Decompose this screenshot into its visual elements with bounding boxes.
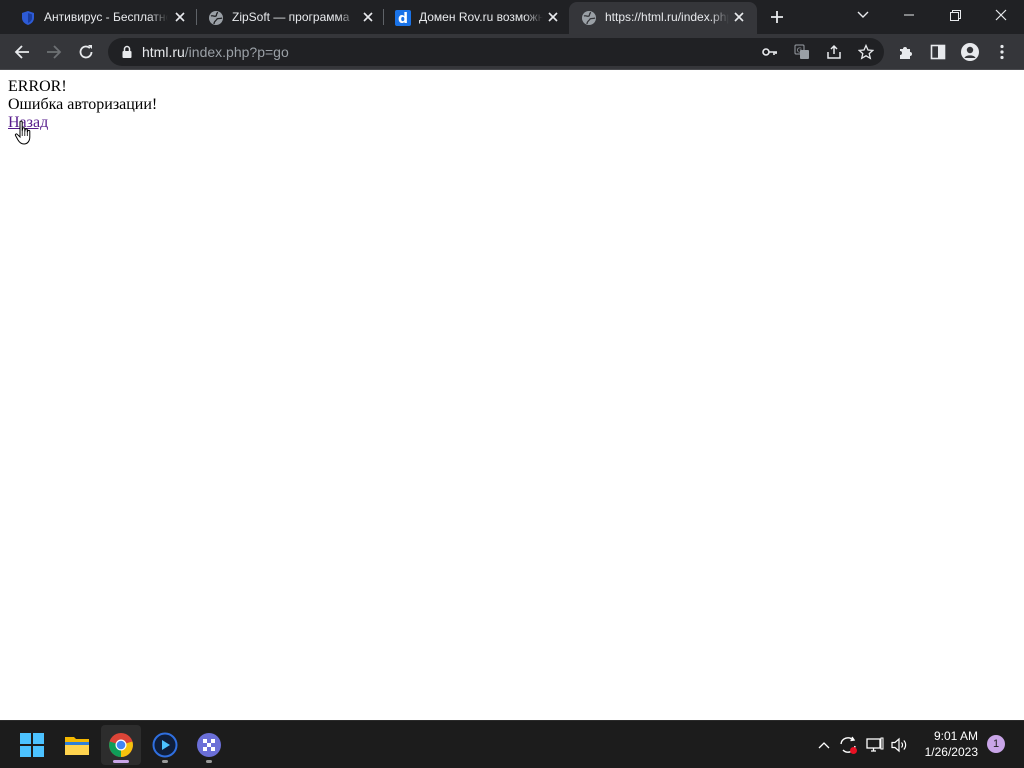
browser-toolbar: html.ru/index.php?p=go G xyxy=(0,34,1024,70)
tab-rov-domain[interactable]: d Домен Rov.ru возможно xyxy=(383,0,569,34)
close-tab-icon[interactable] xyxy=(545,9,561,25)
clock-time: 9:01 AM xyxy=(933,729,978,743)
pinned-app-button[interactable] xyxy=(189,725,229,765)
file-explorer-button[interactable] xyxy=(57,725,97,765)
restore-button[interactable] xyxy=(932,0,978,30)
app-icon xyxy=(197,733,221,757)
forward-button[interactable] xyxy=(40,38,68,66)
start-button[interactable] xyxy=(12,725,52,765)
sync-status-button[interactable] xyxy=(838,735,858,755)
tab-title: Домен Rov.ru возможно xyxy=(419,10,543,24)
minimize-icon xyxy=(904,14,914,16)
notification-badge[interactable]: 1 xyxy=(987,735,1005,753)
minimize-button[interactable] xyxy=(886,0,932,30)
running-app-indicator xyxy=(206,760,212,763)
close-icon xyxy=(995,9,1007,21)
tab-title: ZipSoft — программа xyxy=(232,10,350,24)
chrome-taskbar-button[interactable] xyxy=(101,725,141,765)
url-path: /index.php?p=go xyxy=(184,44,289,60)
back-button[interactable] xyxy=(8,38,36,66)
volume-button[interactable] xyxy=(890,735,910,755)
media-player-icon xyxy=(152,732,178,758)
hand-cursor-icon xyxy=(14,120,31,145)
address-bar[interactable]: html.ru/index.php?p=go G xyxy=(108,38,884,66)
chevron-down-icon xyxy=(857,11,869,18)
globe-icon xyxy=(209,11,223,25)
translate-icon[interactable]: G xyxy=(792,42,812,62)
taskbar: 9:01 AM 1/26/2023 xyxy=(0,720,1024,768)
error-heading: ERROR! xyxy=(8,78,67,95)
restore-icon xyxy=(949,9,961,21)
avatar-icon xyxy=(961,43,979,61)
network-button[interactable] xyxy=(865,735,885,755)
globe-icon xyxy=(582,11,596,25)
url-host: html.ru xyxy=(142,44,185,60)
reload-icon xyxy=(79,45,93,59)
side-panel-button[interactable] xyxy=(924,38,952,66)
close-window-button[interactable] xyxy=(978,0,1024,30)
reload-button[interactable] xyxy=(72,38,100,66)
extensions-button[interactable] xyxy=(892,38,920,66)
speaker-icon xyxy=(891,737,907,753)
tab-antivirus[interactable]: Антивирус - Бесплатно xyxy=(8,0,194,34)
menu-button[interactable] xyxy=(988,38,1016,66)
error-message: Ошибка авторизации! xyxy=(8,96,158,113)
kebab-menu-icon xyxy=(1000,44,1004,60)
show-hidden-icons-button[interactable] xyxy=(814,735,834,755)
svg-text:G: G xyxy=(797,47,802,55)
arrow-left-icon xyxy=(14,45,29,59)
media-player-button[interactable] xyxy=(145,725,185,765)
share-icon[interactable] xyxy=(824,42,844,62)
active-app-indicator xyxy=(113,760,129,763)
tab-search-button[interactable] xyxy=(840,0,886,30)
sync-icon xyxy=(840,736,857,754)
chevron-up-icon xyxy=(818,742,830,749)
bookmark-star-icon[interactable] xyxy=(856,42,876,62)
close-tab-icon[interactable] xyxy=(360,9,376,25)
svg-text:d: d xyxy=(398,11,408,26)
chrome-icon xyxy=(109,733,133,757)
close-tab-icon[interactable] xyxy=(731,9,747,25)
lock-icon[interactable] xyxy=(120,45,134,59)
url-text[interactable]: html.ru/index.php?p=go xyxy=(142,45,289,60)
close-tab-icon[interactable] xyxy=(172,9,188,25)
tab-strip: Антивирус - Бесплатно ZipSoft — программ… xyxy=(0,0,1024,34)
password-key-icon[interactable] xyxy=(760,42,780,62)
tab-html-ru[interactable]: https://html.ru/index.php xyxy=(569,2,757,34)
tab-title: https://html.ru/index.php xyxy=(605,10,729,24)
shield-icon xyxy=(22,11,34,25)
new-tab-button[interactable] xyxy=(766,6,788,28)
tab-zipsoft[interactable]: ZipSoft — программа xyxy=(196,0,382,34)
tab-title: Антивирус - Бесплатно xyxy=(44,10,168,24)
puzzle-icon xyxy=(900,47,912,59)
windows-start-icon xyxy=(20,733,44,757)
file-explorer-icon xyxy=(65,737,89,755)
side-panel-icon xyxy=(930,44,946,60)
arrow-right-icon xyxy=(47,45,62,59)
clock-date: 1/26/2023 xyxy=(924,745,978,759)
running-app-indicator xyxy=(162,760,168,763)
profile-button[interactable] xyxy=(956,38,984,66)
d-logo-icon: d xyxy=(395,10,411,26)
system-clock[interactable]: 9:01 AM 1/26/2023 xyxy=(925,728,978,760)
plus-icon xyxy=(771,11,783,23)
page-viewport: ERROR! Ошибка авторизации! Назад xyxy=(0,70,1024,720)
network-icon xyxy=(866,737,884,752)
